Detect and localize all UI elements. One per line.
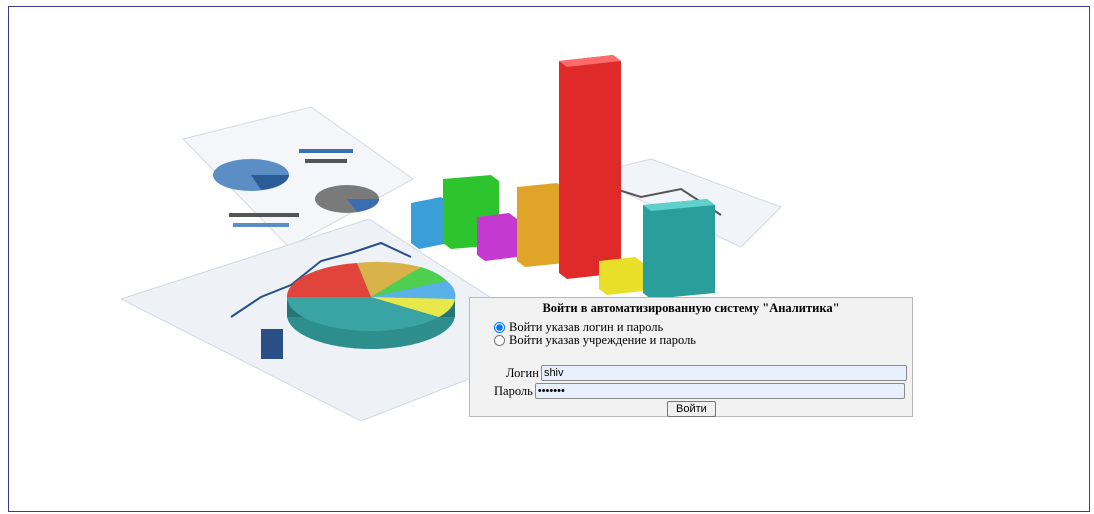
login-form: Войти в автоматизированную систему "Анал…	[469, 297, 913, 417]
page-frame: Войти в автоматизированную систему "Анал…	[8, 6, 1090, 512]
password-label: Пароль	[494, 383, 533, 398]
radio-login-password[interactable]	[494, 322, 505, 333]
submit-button[interactable]: Войти	[667, 401, 716, 417]
password-row: Пароль	[494, 383, 905, 399]
login-label: Логин	[506, 365, 539, 380]
login-title: Войти в автоматизированную систему "Анал…	[542, 301, 840, 315]
radio-option-institution-password[interactable]: Войти указав учреждение и пароль	[494, 333, 696, 348]
login-input[interactable]	[540, 365, 907, 381]
password-input[interactable]	[534, 383, 905, 399]
radio-institution-password[interactable]	[494, 335, 505, 346]
radio-label-institution-password: Войти указав учреждение и пароль	[509, 333, 697, 347]
login-row: Логин	[506, 365, 907, 381]
